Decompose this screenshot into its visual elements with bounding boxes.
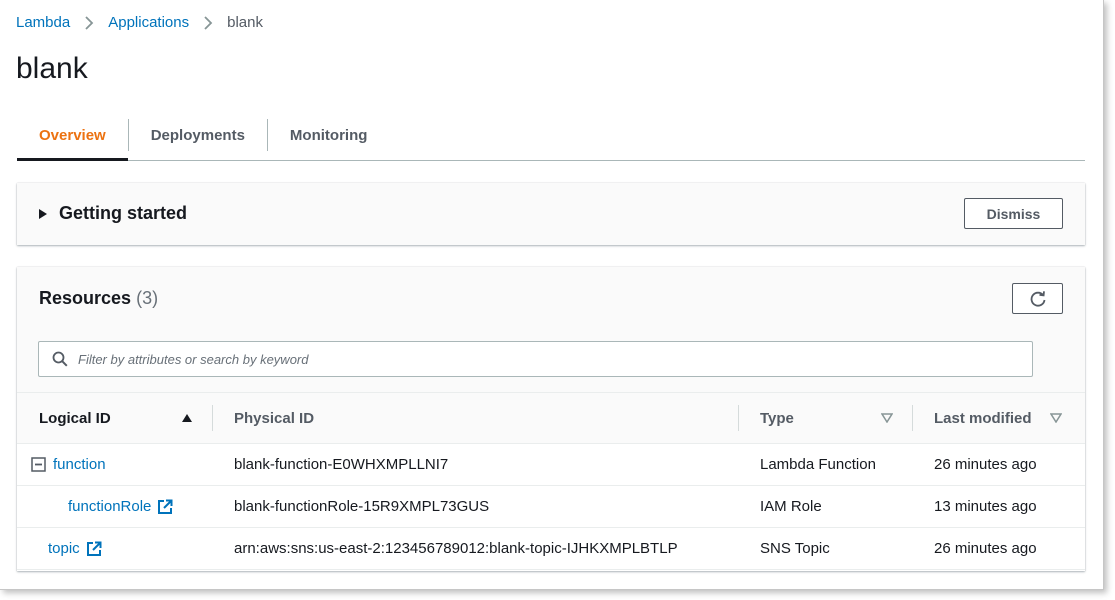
refresh-icon bbox=[1030, 290, 1045, 306]
resources-header: Resources (3) bbox=[17, 267, 1085, 393]
table-row: topic arn:aws:sns:us-east-2:123456789012… bbox=[17, 528, 1085, 570]
chevron-right-icon bbox=[84, 15, 94, 30]
cell-logical-id: topic bbox=[17, 528, 213, 570]
external-link-icon[interactable] bbox=[86, 541, 102, 557]
table-row: functionRole blank-functionRole-15R9XMPL… bbox=[17, 486, 1085, 528]
table-header: Logical ID Physical ID Type Last modifie… bbox=[17, 393, 1085, 444]
column-label: Type bbox=[760, 409, 794, 427]
cell-logical-id: function bbox=[17, 444, 213, 486]
resources-title-text: Resources bbox=[39, 288, 132, 308]
resources-panel: Resources (3) Logical ID bbox=[17, 267, 1085, 571]
cell-logical-id: functionRole bbox=[17, 486, 213, 528]
cell-physical-id: arn:aws:sns:us-east-2:123456789012:blank… bbox=[234, 540, 678, 557]
resource-link[interactable]: function bbox=[53, 456, 106, 473]
cell-type: IAM Role bbox=[760, 498, 822, 515]
column-header-physical-id[interactable]: Physical ID bbox=[213, 393, 739, 443]
search-field bbox=[38, 341, 1033, 377]
tab-deployments[interactable]: Deployments bbox=[129, 110, 267, 160]
resources-title: Resources (3) bbox=[39, 288, 158, 309]
resource-link[interactable]: topic bbox=[48, 540, 80, 557]
chevron-right-icon bbox=[203, 15, 213, 30]
breadcrumb-current: blank bbox=[227, 14, 263, 31]
cell-last-modified: 13 minutes ago bbox=[934, 498, 1037, 515]
collapse-icon[interactable] bbox=[31, 457, 46, 472]
search-icon bbox=[52, 351, 68, 367]
resources-count: (3) bbox=[136, 288, 159, 308]
getting-started-panel: Getting started Dismiss bbox=[17, 183, 1085, 245]
resource-link[interactable]: functionRole bbox=[68, 498, 151, 515]
cell-physical-id: blank-function-E0WHXMPLLNI7 bbox=[234, 456, 449, 473]
breadcrumb-lambda[interactable]: Lambda bbox=[16, 14, 70, 31]
column-header-type[interactable]: Type bbox=[739, 393, 913, 443]
tab-monitoring[interactable]: Monitoring bbox=[268, 110, 389, 160]
sort-down-icon bbox=[881, 413, 893, 423]
column-label: Last modified bbox=[934, 409, 1032, 427]
cell-type: SNS Topic bbox=[760, 540, 830, 557]
sort-ascending-icon bbox=[182, 414, 192, 422]
external-link-icon[interactable] bbox=[157, 499, 173, 515]
cell-last-modified: 26 minutes ago bbox=[934, 456, 1037, 473]
column-label: Physical ID bbox=[234, 409, 315, 427]
column-header-logical-id[interactable]: Logical ID bbox=[17, 393, 213, 443]
table-row: function blank-function-E0WHXMPLLNI7 Lam… bbox=[17, 444, 1085, 486]
tab-overview[interactable]: Overview bbox=[17, 110, 128, 161]
column-label: Logical ID bbox=[39, 409, 111, 427]
dismiss-button[interactable]: Dismiss bbox=[964, 198, 1063, 229]
caret-right-icon bbox=[39, 208, 47, 219]
cell-last-modified: 26 minutes ago bbox=[934, 540, 1037, 557]
page-title: blank bbox=[16, 52, 88, 85]
getting-started-title: Getting started bbox=[59, 203, 188, 223]
refresh-button[interactable] bbox=[1012, 283, 1063, 314]
tab-bar: Overview Deployments Monitoring bbox=[17, 110, 1085, 161]
column-header-last-modified[interactable]: Last modified bbox=[913, 393, 1085, 443]
app-window: Lambda Applications blank blank Overview… bbox=[0, 0, 1104, 590]
sort-down-icon bbox=[1050, 413, 1062, 423]
getting-started-toggle[interactable]: Getting started bbox=[39, 203, 187, 224]
search-input[interactable] bbox=[78, 351, 978, 367]
cell-type: Lambda Function bbox=[760, 456, 876, 473]
breadcrumb: Lambda Applications blank bbox=[16, 14, 263, 31]
cell-physical-id: blank-functionRole-15R9XMPL73GUS bbox=[234, 498, 490, 515]
breadcrumb-applications[interactable]: Applications bbox=[108, 14, 189, 31]
